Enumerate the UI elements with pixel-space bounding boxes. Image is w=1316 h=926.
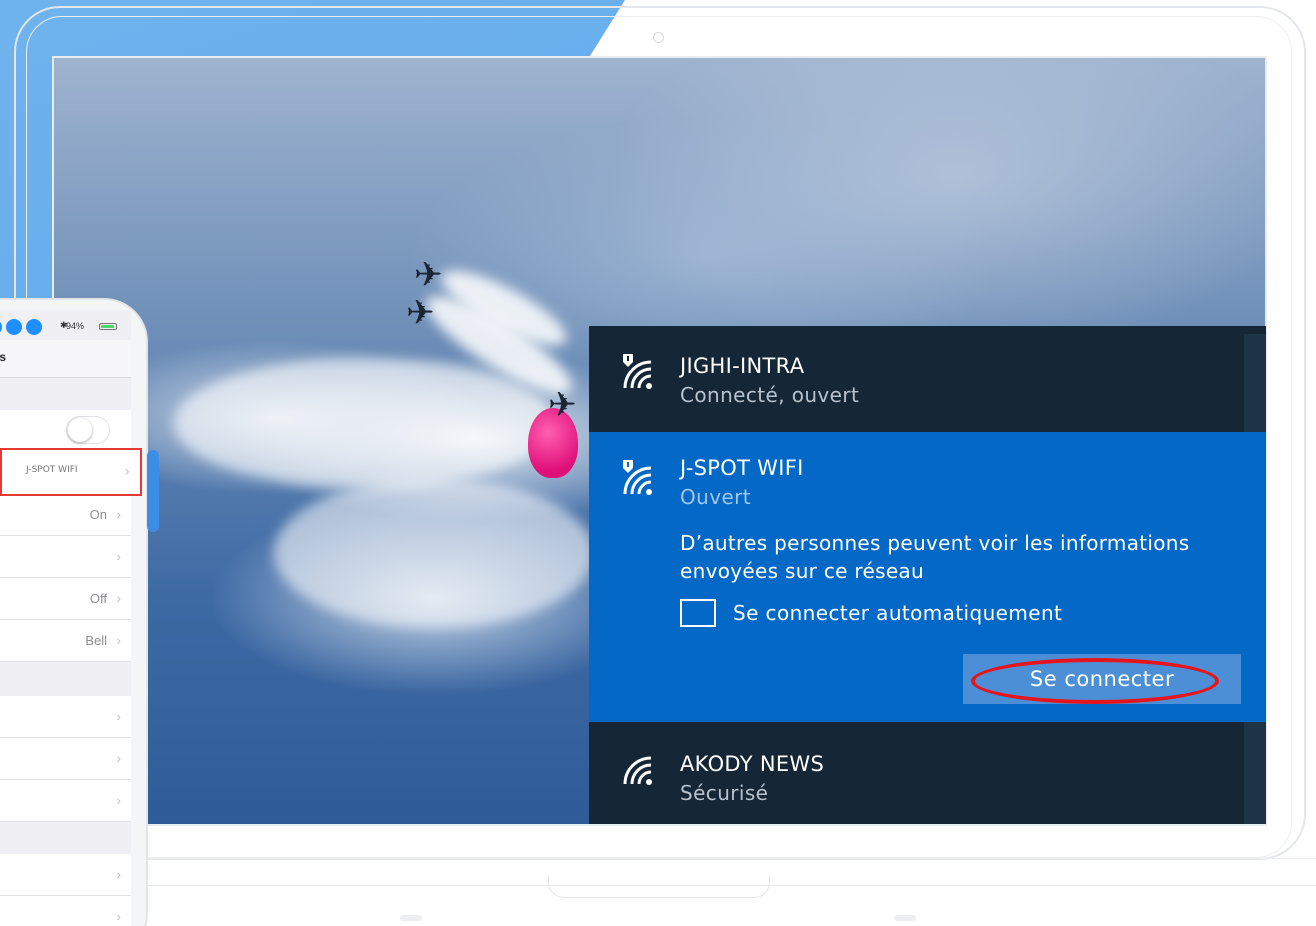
phone-settings-screen: ✱ 94% gs On › › Off › Bell › › › › › s › [0, 310, 131, 926]
network-item-akody-news[interactable]: AKODY NEWS Sécurisé [589, 722, 1244, 824]
wifi-icon [623, 756, 652, 785]
row-value: J-SPOT WIFI [26, 465, 78, 475]
network-status: Sécurisé [680, 781, 769, 805]
wifi-warning-icon [623, 460, 652, 495]
laptop-foot [400, 915, 422, 921]
signal-dot-icon [26, 319, 42, 335]
phone-status-bar: ✱ 94% [0, 310, 131, 340]
chevron-right-icon: › [116, 750, 121, 766]
jet-icon: ✈ [406, 293, 435, 333]
wifi-flyout: JIGHI-INTRA Connecté, ouvert J-SPOT WIFI… [589, 326, 1266, 824]
chevron-right-icon: › [116, 632, 121, 648]
network-item-j-spot-wifi[interactable]: J-SPOT WIFI Ouvert D’autres personnes pe… [589, 432, 1266, 722]
connect-button[interactable]: Se connecter [963, 654, 1241, 704]
phone-wifi-row-highlighted[interactable]: J-SPOT WIFI › [0, 448, 142, 496]
signal-dot-icon [6, 319, 22, 335]
jet-icon: ✈ [548, 385, 577, 425]
battery-percentage: 94% [66, 321, 85, 331]
smoke-cloud [274, 478, 594, 628]
chevron-right-icon: › [116, 590, 121, 606]
toggle-switch[interactable] [66, 416, 110, 444]
chevron-right-icon: › [116, 792, 121, 808]
phone-side-scroll [147, 450, 159, 532]
laptop-foot [894, 915, 916, 921]
smoke-cloud [174, 358, 554, 488]
settings-row[interactable]: On › [0, 494, 131, 536]
settings-row[interactable]: s › [0, 896, 131, 926]
row-value: Off [89, 591, 107, 606]
auto-connect-label: Se connecter automatiquement [733, 601, 1063, 625]
network-name: JIGHI-INTRA [680, 354, 805, 378]
network-status: Connecté, ouvert [680, 383, 860, 407]
settings-row[interactable]: › [0, 738, 131, 780]
chevron-right-icon: › [116, 708, 121, 724]
network-item-jighi-intra[interactable]: JIGHI-INTRA Connecté, ouvert [589, 326, 1244, 432]
chevron-right-icon: › [116, 548, 121, 564]
camera-icon [653, 32, 664, 43]
settings-row[interactable]: Bell › [0, 620, 131, 662]
wifi-warning-icon [623, 354, 652, 389]
row-value: Bell [85, 633, 107, 648]
settings-row[interactable]: › [0, 854, 131, 896]
row-value: On [89, 507, 107, 522]
settings-row[interactable]: › [0, 696, 131, 738]
signal-dot-icon [0, 319, 2, 335]
security-warning-text: D’autres personnes peuvent voir les info… [680, 531, 1190, 583]
phone-page-title: gs [0, 350, 7, 364]
settings-row[interactable]: › [0, 536, 131, 578]
battery-icon [99, 323, 117, 330]
settings-row[interactable]: › [0, 780, 131, 822]
network-name: J-SPOT WIFI [680, 456, 804, 480]
chevron-right-icon: › [116, 866, 121, 882]
network-name: AKODY NEWS [680, 752, 825, 776]
jet-icon: ✈ [414, 255, 443, 295]
settings-row[interactable]: Off › [0, 578, 131, 620]
chevron-right-icon: › [116, 908, 121, 924]
chevron-right-icon: › [116, 506, 121, 522]
phone-nav-bar [0, 340, 131, 378]
network-status: Ouvert [680, 485, 752, 509]
chevron-right-icon: › [124, 464, 130, 480]
auto-connect-checkbox[interactable] [680, 599, 716, 627]
laptop-notch [548, 876, 770, 898]
settings-row[interactable] [0, 410, 131, 452]
